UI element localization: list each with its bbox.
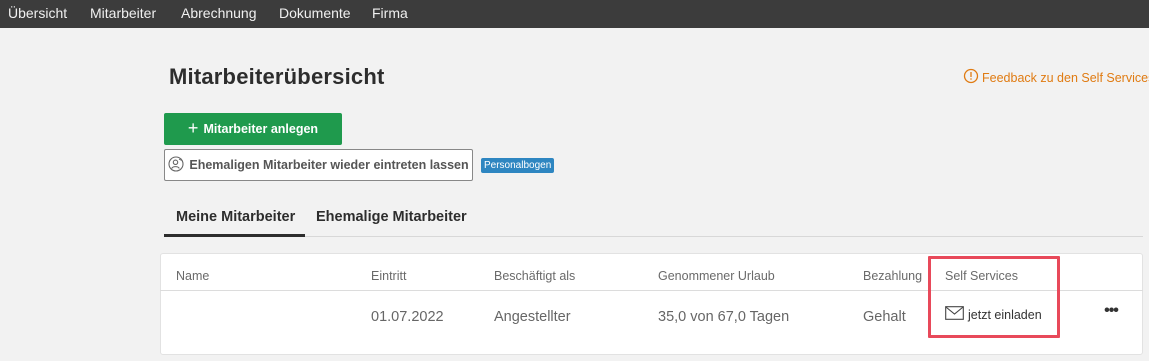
feedback-link[interactable]: Feedback zu den Self Services	[963, 68, 1149, 87]
nav-item-dokumente[interactable]: Dokumente	[279, 5, 351, 21]
table-header-divider	[160, 290, 1143, 291]
cell-beschaeftigt: Angestellter	[494, 309, 571, 325]
tab-meine-mitarbeiter[interactable]: Meine Mitarbeiter	[176, 209, 295, 225]
cell-eintritt: 01.07.2022	[371, 309, 444, 325]
cell-bezahlung: Gehalt	[863, 309, 906, 325]
add-employee-button[interactable]: + Mitarbeiter anlegen	[164, 113, 342, 145]
rehire-employee-label: Ehemaligen Mitarbeiter wieder eintreten …	[189, 158, 469, 172]
tabs-divider	[164, 236, 1143, 237]
nav-item-mitarbeiter[interactable]: Mitarbeiter	[90, 5, 156, 21]
nav-item-abrechnung[interactable]: Abrechnung	[181, 5, 257, 21]
invite-self-services-link[interactable]: jetzt einladen	[945, 306, 1042, 323]
rehire-employee-button[interactable]: Ehemaligen Mitarbeiter wieder eintreten …	[164, 149, 473, 181]
alert-circle-icon	[963, 68, 979, 87]
top-navigation: Übersicht Mitarbeiter Abrechnung Dokumen…	[0, 0, 1149, 28]
personalbogen-badge[interactable]: Personalbogen	[481, 158, 555, 173]
plus-icon: +	[187, 118, 199, 138]
column-header-name: Name	[176, 269, 210, 283]
column-header-self-services: Self Services	[945, 269, 1018, 283]
column-header-bezahlung: Bezahlung	[863, 269, 923, 283]
more-options-icon[interactable]: •••	[1102, 303, 1120, 324]
tab-active-indicator	[164, 234, 305, 237]
cell-urlaub: 35,0 von 67,0 Tagen	[658, 309, 790, 325]
page-title: Mitarbeiterübersicht	[169, 64, 385, 89]
envelope-icon	[945, 306, 964, 323]
feedback-link-label: Feedback zu den Self Services	[982, 70, 1149, 85]
user-refresh-icon	[168, 155, 184, 175]
invite-label: jetzt einladen	[968, 307, 1042, 322]
tab-ehemalige-mitarbeiter[interactable]: Ehemalige Mitarbeiter	[316, 209, 467, 225]
column-header-eintritt: Eintritt	[371, 269, 407, 283]
add-employee-label: Mitarbeiter anlegen	[203, 122, 319, 136]
nav-item-uebersicht[interactable]: Übersicht	[8, 5, 67, 21]
column-header-urlaub: Genommener Urlaub	[658, 269, 775, 283]
column-header-beschaeftigt: Beschäftigt als	[494, 269, 576, 283]
nav-item-firma[interactable]: Firma	[372, 5, 408, 21]
